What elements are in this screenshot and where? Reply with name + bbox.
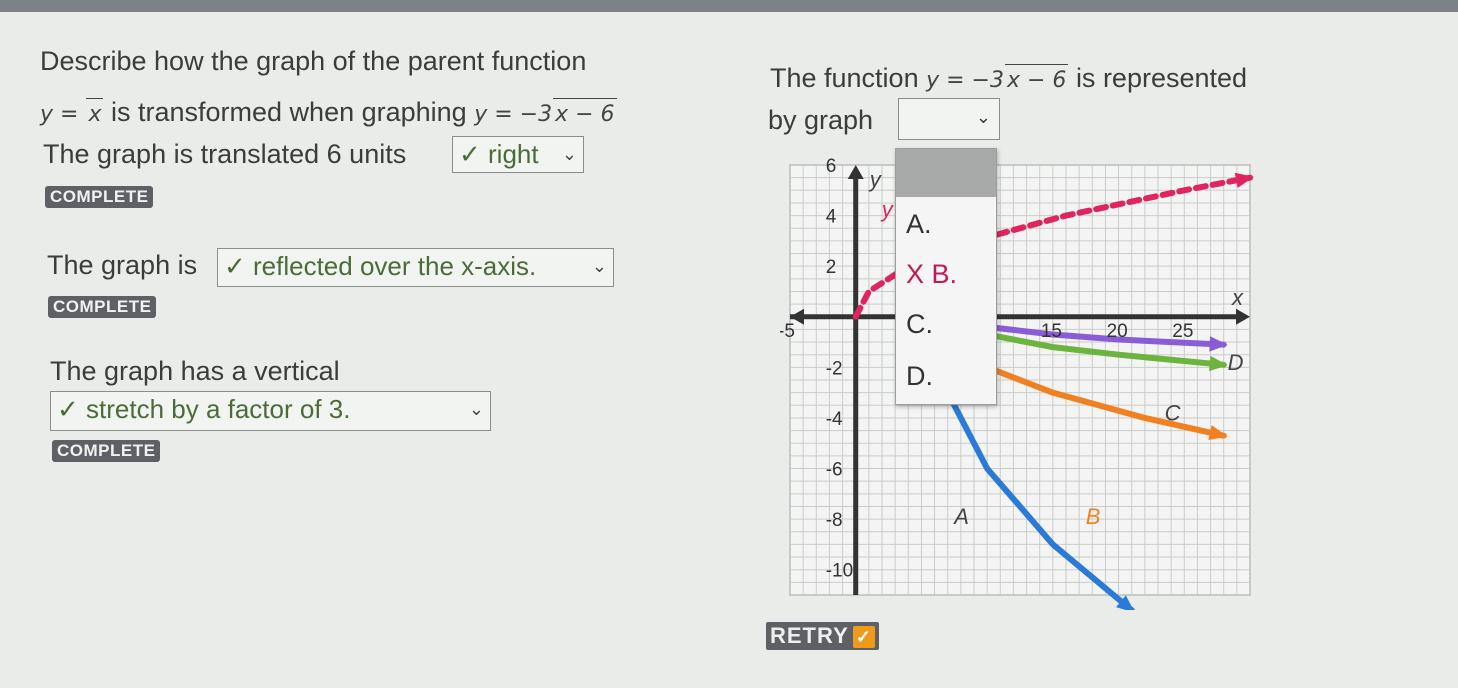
transform-text: is transformed when graphing (111, 97, 467, 127)
graph: -5 15 20 25 6 4 2 -2 -4 -6 -8 -10 x yy A B C D (780, 156, 1254, 610)
graph-dropdown-menu: A. X B. C. D. (895, 148, 997, 405)
question-intro: Describe how the graph of the parent fun… (40, 46, 587, 76)
retry-button[interactable]: RETRY ✓ (766, 622, 879, 650)
option-d[interactable]: D. (906, 361, 933, 392)
x-tick-label: 15 (1041, 321, 1062, 342)
y-axis-label: y (868, 167, 883, 192)
question-line2: y = x is transformed when graphing y = −… (40, 96, 617, 131)
option-b[interactable]: X B. (906, 259, 957, 290)
graph-select[interactable]: ⌄ (898, 98, 1000, 140)
direction-select-value: ✓ right (459, 139, 539, 169)
status-badge-part1: COMPLETE (45, 186, 154, 208)
y-tick-label: -2 (826, 358, 843, 379)
right-question-prefix: The function (770, 63, 919, 93)
chevron-down-icon: ⌄ (975, 107, 991, 127)
part3-text: The graph has a vertical (50, 356, 340, 386)
x-tick-label: 20 (1107, 321, 1128, 342)
y-tick-label: 2 (826, 257, 837, 278)
status-badge-part2: COMPLETE (48, 296, 157, 318)
curve-label-b: B (1086, 504, 1101, 529)
y-tick-label: 4 (826, 207, 837, 228)
option-c[interactable]: C. (906, 309, 933, 340)
x-axis-label: x (1231, 285, 1244, 310)
right-question-line2: by graph (768, 105, 874, 135)
x-tick-label: -5 (780, 321, 795, 342)
curve-label-c: C (1165, 400, 1181, 425)
stretch-select[interactable]: ✓ stretch by a factor of 3. ⌄ (50, 391, 491, 431)
target-function: y = −3 x − 6 (474, 98, 617, 127)
y-tick-label: 6 (826, 156, 837, 177)
chevron-down-icon: ⌄ (591, 256, 607, 276)
y-tick-label: -8 (826, 510, 843, 531)
right-question-line1: The function y = −3 x − 6 is represented (770, 62, 1247, 97)
transformation-select-value: ✓ reflected over the x-axis. (224, 251, 537, 281)
parent-function: y = x (40, 98, 104, 127)
transformation-select[interactable]: ✓ reflected over the x-axis. ⌄ (217, 248, 614, 287)
option-a[interactable]: A. (906, 209, 932, 240)
top-bar (0, 0, 1458, 12)
right-question-suffix: is represented (1075, 63, 1248, 93)
check-icon: ✓ (852, 626, 875, 649)
curve-label-a: A (952, 504, 969, 529)
chevron-down-icon: ⌄ (561, 144, 577, 164)
dropdown-blank-option[interactable] (896, 149, 996, 197)
part1-text: The graph is translated 6 units (43, 139, 407, 169)
y-tick-label: -4 (826, 409, 843, 430)
right-question-function: y = −3 x − 6 (926, 64, 1069, 93)
x-tick-label: 25 (1172, 321, 1193, 342)
curve-label-d: D (1228, 350, 1244, 375)
curve-label-y: y (880, 197, 895, 222)
status-badge-part3: COMPLETE (52, 440, 161, 462)
direction-select[interactable]: ✓ right ⌄ (452, 136, 584, 173)
part2-text: The graph is (47, 250, 198, 280)
y-tick-label: -10 (826, 561, 853, 582)
y-tick-label: -6 (826, 460, 843, 481)
chevron-down-icon: ⌄ (468, 399, 484, 419)
stretch-select-value: ✓ stretch by a factor of 3. (57, 394, 351, 424)
